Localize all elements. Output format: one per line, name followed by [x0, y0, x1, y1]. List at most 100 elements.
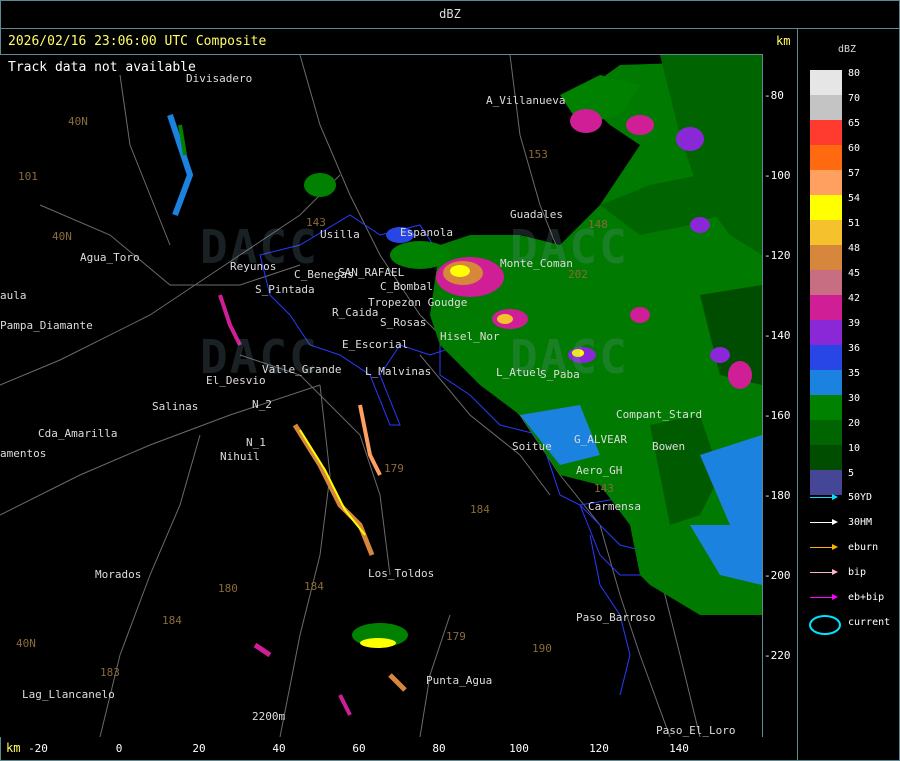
- place-label: Pampa_Diamante: [0, 319, 93, 332]
- route-label: 40N: [68, 115, 88, 128]
- legend-swatch: [810, 270, 842, 295]
- route-label: 190: [532, 642, 552, 655]
- place-label: 2200m: [252, 710, 286, 723]
- route-label: 40N: [52, 230, 72, 243]
- legend-level-label: 45: [848, 268, 861, 279]
- place-label: Usilla: [320, 228, 360, 241]
- radar-canvas: [0, 55, 762, 737]
- place-label: Tropezon Goudge: [368, 296, 468, 309]
- place-label: R_Caida: [332, 306, 379, 319]
- legend-level-label: 36: [848, 343, 861, 354]
- legend-level-label: 80: [848, 68, 861, 79]
- y-tick-label: -160: [764, 409, 791, 422]
- place-label: Punta_Agua: [426, 674, 493, 687]
- route-label: 143: [594, 482, 614, 495]
- legend-swatch: [810, 420, 842, 445]
- legend-level-label: 48: [848, 243, 861, 254]
- place-label: Bowen: [652, 440, 686, 453]
- legend-level-label: 39: [848, 318, 861, 329]
- arrow-icon: [810, 568, 838, 575]
- track-legend-label: 50YD: [848, 492, 873, 503]
- legend-swatch: [810, 245, 842, 270]
- legend-swatch: [810, 120, 842, 145]
- x-tick-label: -20: [28, 742, 48, 755]
- place-label: aula: [0, 289, 27, 302]
- place-label: Carmensa: [588, 500, 641, 513]
- track-status-message: Track data not available: [8, 60, 196, 75]
- place-label: Lag_Llancanelo: [22, 688, 115, 701]
- place-label: Paso_El_Loro: [656, 724, 736, 737]
- x-tick-label: 0: [115, 742, 123, 755]
- place-label: L_Atuel: [496, 366, 543, 379]
- current-position-icon: [809, 615, 841, 635]
- current-legend-label: current: [848, 617, 891, 628]
- place-label: Nihuil: [220, 450, 260, 463]
- route-label: 184: [304, 580, 324, 593]
- x-tick-label: 100: [509, 742, 529, 755]
- arrow-icon: [810, 593, 838, 600]
- track-legend-item[interactable]: 50YD: [810, 492, 872, 503]
- y-tick-label: -120: [764, 249, 791, 262]
- route-label: 101: [18, 170, 38, 183]
- radar-map[interactable]: [0, 54, 763, 737]
- place-label: Guadales: [510, 208, 563, 221]
- place-label: S_Paba: [540, 368, 580, 381]
- y-tick-label: -140: [764, 329, 791, 342]
- legend-level-label: 10: [848, 443, 861, 454]
- place-label: Espanola: [400, 226, 453, 239]
- legend-swatch: [810, 70, 842, 95]
- place-label: C_Bombal: [380, 280, 433, 293]
- track-legend-label: bip: [848, 567, 867, 578]
- route-label: 202: [568, 268, 588, 281]
- arrow-icon: [810, 543, 838, 550]
- place-label: Morados: [95, 568, 142, 581]
- place-label: El_Desvio: [206, 374, 266, 387]
- y-tick-label: -100: [764, 169, 791, 182]
- title-text: dBZ: [439, 7, 461, 21]
- place-label: Valle_Grande: [262, 363, 342, 376]
- x-tick-label: 140: [669, 742, 689, 755]
- legend-level-label: 5: [848, 468, 855, 479]
- place-label: Soitue: [512, 440, 552, 453]
- place-label: Reyunos: [230, 260, 277, 273]
- place-label: Agua_Toro: [80, 251, 140, 264]
- place-label: A_Villanueva: [486, 94, 566, 107]
- place-label: Cda_Amarilla: [38, 427, 118, 440]
- y-tick-label: -220: [764, 649, 791, 662]
- place-label: S_Rosas: [380, 316, 427, 329]
- x-tick-label: 60: [352, 742, 366, 755]
- legend-swatch: [810, 170, 842, 195]
- place-label: SAN_RAFAEL: [338, 266, 405, 279]
- legend-swatch: [810, 320, 842, 345]
- y-axis-unit: km: [776, 34, 791, 48]
- place-label: N_2: [252, 398, 272, 411]
- route-label: 179: [446, 630, 466, 643]
- place-label: N_1: [246, 436, 266, 449]
- y-tick-label: -200: [764, 569, 791, 582]
- place-label: Los_Toldos: [368, 567, 435, 580]
- route-label: 148: [588, 218, 608, 231]
- track-legend-item[interactable]: eb+bip: [810, 592, 884, 603]
- route-label: 183: [100, 666, 120, 679]
- place-label: E_Escorial: [342, 338, 409, 351]
- place-label: Salinas: [152, 400, 199, 413]
- route-label: 184: [162, 614, 182, 627]
- color-legend: [810, 70, 842, 495]
- track-legend-item[interactable]: bip: [810, 567, 866, 578]
- place-label: Paso_Barroso: [576, 611, 656, 624]
- x-tick-label: 80: [432, 742, 446, 755]
- arrow-icon: [810, 518, 838, 525]
- track-legend-item[interactable]: 30HM: [810, 517, 872, 528]
- route-label: 180: [218, 582, 238, 595]
- track-legend-label: 30HM: [848, 517, 873, 528]
- route-label: 184: [470, 503, 490, 516]
- legend-swatch: [810, 95, 842, 120]
- route-label: 40N: [16, 637, 36, 650]
- legend-level-label: 51: [848, 218, 861, 229]
- place-label: Hisel_Nor: [440, 330, 500, 343]
- track-legend-item[interactable]: eburn: [810, 542, 878, 553]
- legend-level-label: 20: [848, 418, 861, 429]
- legend-swatch: [810, 395, 842, 420]
- product-title: dBZ: [0, 0, 900, 29]
- x-tick-label: 20: [192, 742, 206, 755]
